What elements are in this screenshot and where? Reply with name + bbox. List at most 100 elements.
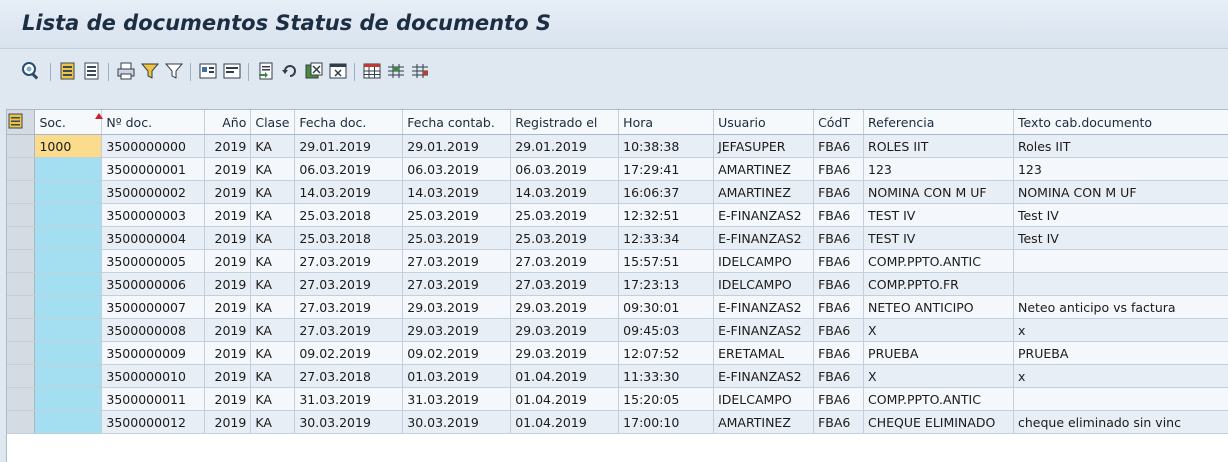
row-selector-button[interactable] [7, 226, 36, 250]
header-text-cell[interactable] [1013, 272, 1228, 296]
deselect-all-icon[interactable] [81, 60, 103, 82]
column-header-doc-date[interactable]: Fecha doc. [294, 110, 404, 135]
tcode-cell[interactable]: FBA6 [813, 364, 865, 388]
header-text-cell[interactable]: Neteo anticipo vs factura [1013, 295, 1228, 319]
posting-date-cell[interactable]: 25.03.2019 [402, 203, 512, 227]
time-cell[interactable]: 16:06:37 [618, 180, 715, 204]
header-text-cell[interactable] [1013, 249, 1228, 273]
column-header-user[interactable]: Usuario [713, 110, 815, 135]
column-header-year[interactable]: Año [204, 110, 252, 135]
entered-on-cell[interactable]: 25.03.2019 [510, 203, 620, 227]
user-cell[interactable]: AMARTINEZ [713, 410, 815, 434]
soc-cell[interactable] [34, 157, 103, 181]
posting-date-cell[interactable]: 14.03.2019 [402, 180, 512, 204]
class-cell[interactable]: KA [250, 318, 296, 342]
soc-cell[interactable] [34, 364, 103, 388]
entered-on-cell[interactable]: 01.04.2019 [510, 387, 620, 411]
export-icon[interactable] [255, 60, 277, 82]
table-row[interactable]: 3500000005 2019 KA 27.03.2019 27.03.2019 27.0… [7, 249, 1228, 273]
posting-date-cell[interactable]: 29.03.2019 [402, 295, 512, 319]
posting-date-cell[interactable]: 30.03.2019 [402, 410, 512, 434]
table-row[interactable]: 3500000008 2019 KA 27.03.2019 29.03.2019 29.0… [7, 318, 1228, 342]
soc-cell[interactable] [34, 272, 103, 296]
time-cell[interactable]: 09:45:03 [618, 318, 715, 342]
reference-cell[interactable]: COMP.PPTO.ANTIC [863, 387, 1014, 411]
table-row[interactable]: 3500000004 2019 KA 25.03.2018 25.03.2019 25.0… [7, 226, 1228, 250]
time-cell[interactable]: 09:30:01 [618, 295, 715, 319]
row-selector-button[interactable] [7, 249, 36, 273]
filter-icon[interactable] [139, 60, 161, 82]
reference-cell[interactable]: X [863, 318, 1014, 342]
select-all-rows-button[interactable] [7, 110, 36, 135]
filter-off-icon[interactable] [163, 60, 185, 82]
time-cell[interactable]: 12:33:34 [618, 226, 715, 250]
posting-date-cell[interactable]: 25.03.2019 [402, 226, 512, 250]
reference-cell[interactable]: PRUEBA [863, 341, 1014, 365]
table-row[interactable]: 3500000003 2019 KA 25.03.2018 25.03.2019 25.0… [7, 203, 1228, 227]
column-header-reference[interactable]: Referencia [863, 110, 1014, 135]
row-selector-button[interactable] [7, 364, 36, 388]
time-cell[interactable]: 17:00:10 [618, 410, 715, 434]
posting-date-cell[interactable]: 29.01.2019 [402, 134, 512, 158]
soc-cell[interactable] [34, 387, 103, 411]
header-text-cell[interactable]: NOMINA CON M UF [1013, 180, 1228, 204]
table-row[interactable]: 3500000002 2019 KA 14.03.2019 14.03.2019 14.0… [7, 180, 1228, 204]
tcode-cell[interactable]: FBA6 [813, 249, 865, 273]
reference-cell[interactable]: CHEQUE ELIMINADO [863, 410, 1014, 434]
print-icon[interactable] [115, 60, 137, 82]
class-cell[interactable]: KA [250, 249, 296, 273]
header-text-cell[interactable]: Roles IIT [1013, 134, 1228, 158]
reference-cell[interactable]: ROLES IIT [863, 134, 1014, 158]
class-cell[interactable]: KA [250, 364, 296, 388]
user-cell[interactable]: E-FINANZAS2 [713, 364, 815, 388]
doc-date-cell[interactable]: 25.03.2018 [294, 203, 404, 227]
year-cell[interactable]: 2019 [204, 272, 252, 296]
posting-date-cell[interactable]: 29.03.2019 [402, 318, 512, 342]
row-selector-button[interactable] [7, 157, 36, 181]
table-row[interactable]: 3500000012 2019 KA 30.03.2019 30.03.2019 01.0… [7, 410, 1228, 434]
doc-number-cell[interactable]: 3500000009 [101, 341, 206, 365]
row-selector-button[interactable] [7, 318, 36, 342]
soc-cell[interactable] [34, 341, 103, 365]
collapse-icon[interactable] [221, 60, 243, 82]
posting-date-cell[interactable]: 01.03.2019 [402, 364, 512, 388]
table-row[interactable]: 3500000011 2019 KA 31.03.2019 31.03.2019 01.0… [7, 387, 1228, 411]
row-selector-button[interactable] [7, 203, 36, 227]
reference-cell[interactable]: NOMINA CON M UF [863, 180, 1014, 204]
year-cell[interactable]: 2019 [204, 341, 252, 365]
soc-cell[interactable] [34, 203, 103, 227]
doc-number-cell[interactable]: 3500000007 [101, 295, 206, 319]
column-header-soc[interactable]: Soc. [34, 110, 103, 135]
doc-number-cell[interactable]: 3500000000 [101, 134, 206, 158]
choose-layout-icon[interactable] [361, 60, 383, 82]
details-icon[interactable] [20, 60, 42, 82]
doc-number-cell[interactable]: 3500000006 [101, 272, 206, 296]
header-text-cell[interactable] [1013, 387, 1228, 411]
class-cell[interactable]: KA [250, 157, 296, 181]
layout-icon[interactable] [327, 60, 349, 82]
column-header-header-text[interactable]: Texto cab.documento [1013, 110, 1228, 135]
reference-cell[interactable]: TEST IV [863, 203, 1014, 227]
doc-date-cell[interactable]: 27.03.2018 [294, 364, 404, 388]
doc-date-cell[interactable]: 27.03.2019 [294, 272, 404, 296]
row-selector-button[interactable] [7, 387, 36, 411]
user-cell[interactable]: ERETAMAL [713, 341, 815, 365]
doc-number-cell[interactable]: 3500000003 [101, 203, 206, 227]
class-cell[interactable]: KA [250, 226, 296, 250]
column-header-tcode[interactable]: CódT [813, 110, 865, 135]
doc-date-cell[interactable]: 29.01.2019 [294, 134, 404, 158]
spreadsheet-icon[interactable] [303, 60, 325, 82]
user-cell[interactable]: IDELCAMPO [713, 272, 815, 296]
user-cell[interactable]: IDELCAMPO [713, 387, 815, 411]
header-text-cell[interactable]: cheque eliminado sin vinc [1013, 410, 1228, 434]
tcode-cell[interactable]: FBA6 [813, 295, 865, 319]
row-selector-button[interactable] [7, 272, 36, 296]
year-cell[interactable]: 2019 [204, 226, 252, 250]
table-row[interactable]: 3500000007 2019 KA 27.03.2019 29.03.2019 29.0… [7, 295, 1228, 319]
entered-on-cell[interactable]: 29.03.2019 [510, 295, 620, 319]
soc-cell[interactable]: 1000 [34, 134, 103, 158]
user-cell[interactable]: AMARTINEZ [713, 157, 815, 181]
tcode-cell[interactable]: FBA6 [813, 341, 865, 365]
time-cell[interactable]: 12:32:51 [618, 203, 715, 227]
entered-on-cell[interactable]: 01.04.2019 [510, 364, 620, 388]
